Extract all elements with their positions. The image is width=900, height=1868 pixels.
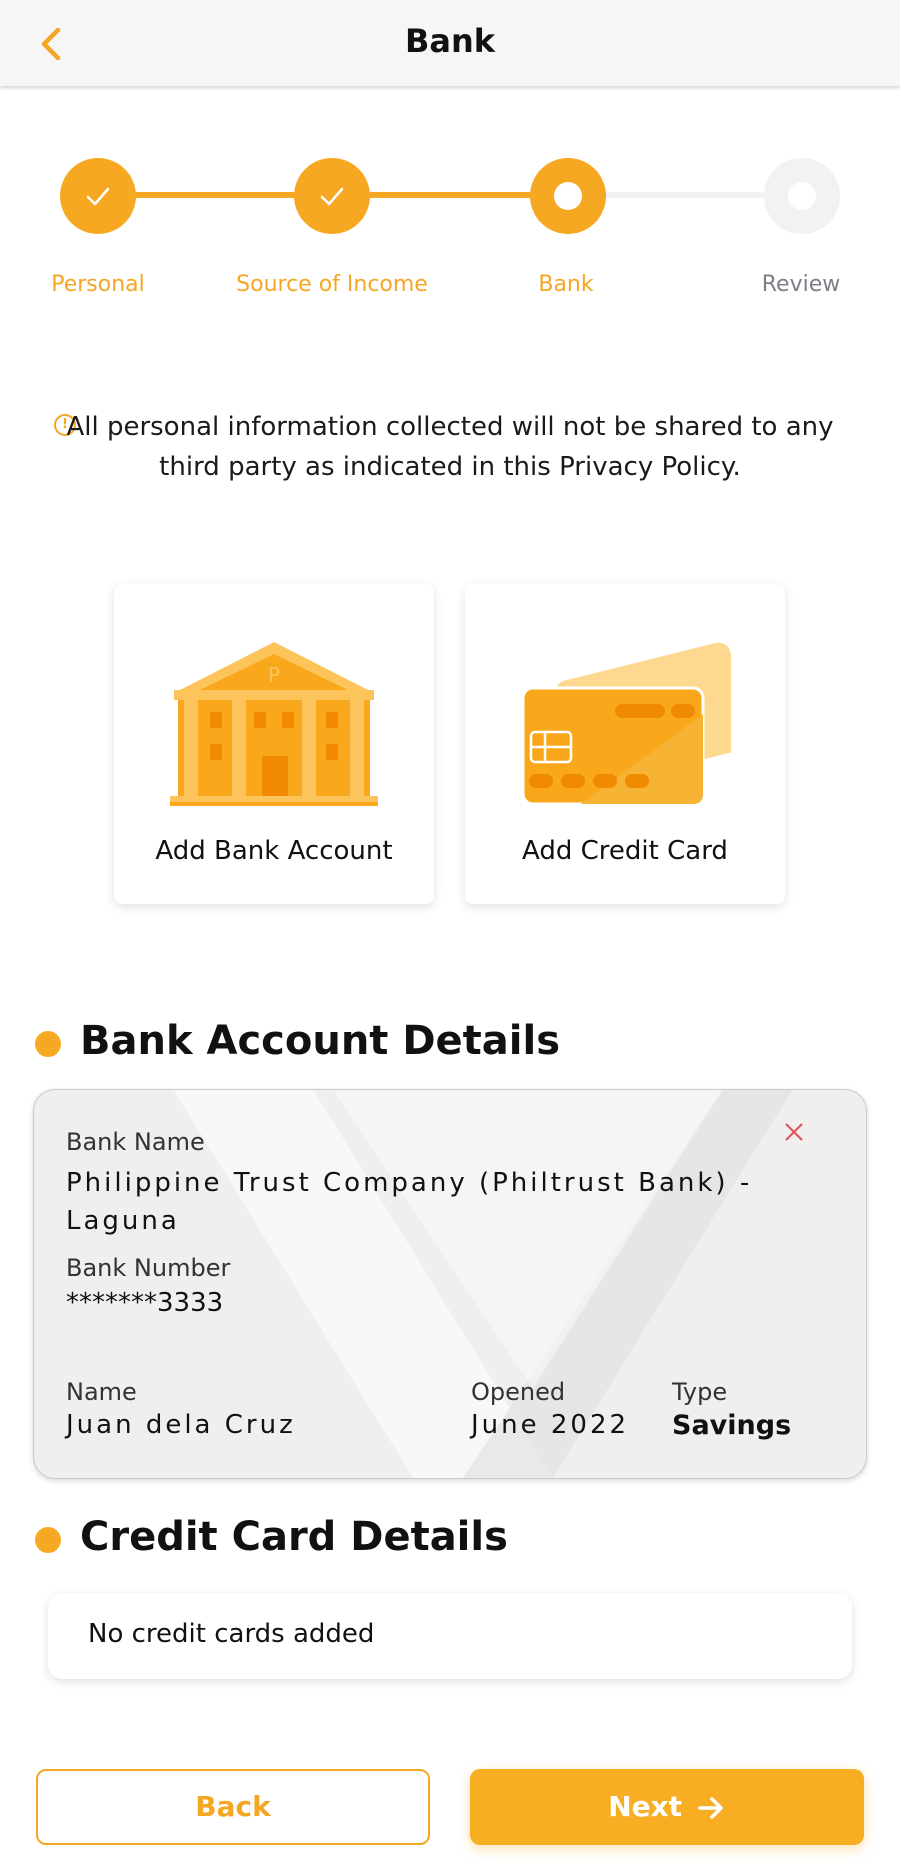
section-bullet [35, 1527, 61, 1553]
step-source-of-income [294, 158, 370, 234]
bank-number-label: Bank Number [66, 1254, 231, 1282]
account-name-label: Name [66, 1378, 137, 1406]
step-label-source-of-income: Source of Income [236, 272, 428, 297]
bank-name-value: Philippine Trust Company (Philtrust Bank… [66, 1168, 753, 1236]
add-credit-card-label: Add Credit Card [522, 836, 728, 866]
bank-account-details-title: Bank Account Details [80, 1018, 561, 1064]
credit-card-icon [521, 642, 731, 804]
svg-text:P: P [268, 663, 280, 687]
add-bank-account-button[interactable]: P Add Bank Account [114, 584, 434, 904]
type-value: Savings [672, 1410, 792, 1441]
privacy-notice: All personal information collected will … [66, 412, 834, 482]
check-icon [86, 187, 110, 206]
bank-number-value: *******3333 [66, 1288, 224, 1318]
opened-value: June 2022 [471, 1410, 630, 1440]
bank-name-label: Bank Name [66, 1128, 205, 1156]
opened-label: Opened [471, 1378, 566, 1406]
step-connector-2 [368, 192, 532, 198]
app-header: Bank [0, 0, 900, 86]
section-bullet [35, 1031, 61, 1057]
check-icon [320, 187, 344, 206]
pending-step-dot [788, 182, 816, 210]
step-label-bank: Bank [538, 272, 594, 297]
page-title: Bank [404, 22, 496, 60]
add-bank-account-label: Add Bank Account [155, 836, 393, 866]
next-button-label: Next [608, 1790, 683, 1823]
account-name-value: Juan dela Cruz [66, 1410, 296, 1440]
bank-building-icon: P [170, 642, 378, 806]
step-connector-1 [134, 192, 298, 198]
current-step-dot [554, 182, 582, 210]
step-connector-3 [602, 192, 766, 198]
step-review [764, 158, 840, 234]
back-button-label: Back [195, 1790, 271, 1823]
step-label-personal: Personal [51, 272, 145, 297]
add-credit-card-button[interactable]: Add Credit Card [465, 584, 785, 904]
step-personal [60, 158, 136, 234]
back-button[interactable]: Back [36, 1769, 430, 1845]
remove-bank-close-icon[interactable] [780, 1118, 808, 1146]
no-credit-cards-text: No credit cards added [88, 1619, 375, 1649]
next-button[interactable]: Next [470, 1769, 864, 1845]
arrow-right-icon [698, 1797, 723, 1819]
type-label: Type [672, 1378, 728, 1406]
credit-card-details-title: Credit Card Details [80, 1514, 508, 1560]
step-bank [530, 158, 606, 234]
credit-card-empty-state: No credit cards added [48, 1593, 852, 1679]
step-label-review: Review [761, 272, 841, 297]
